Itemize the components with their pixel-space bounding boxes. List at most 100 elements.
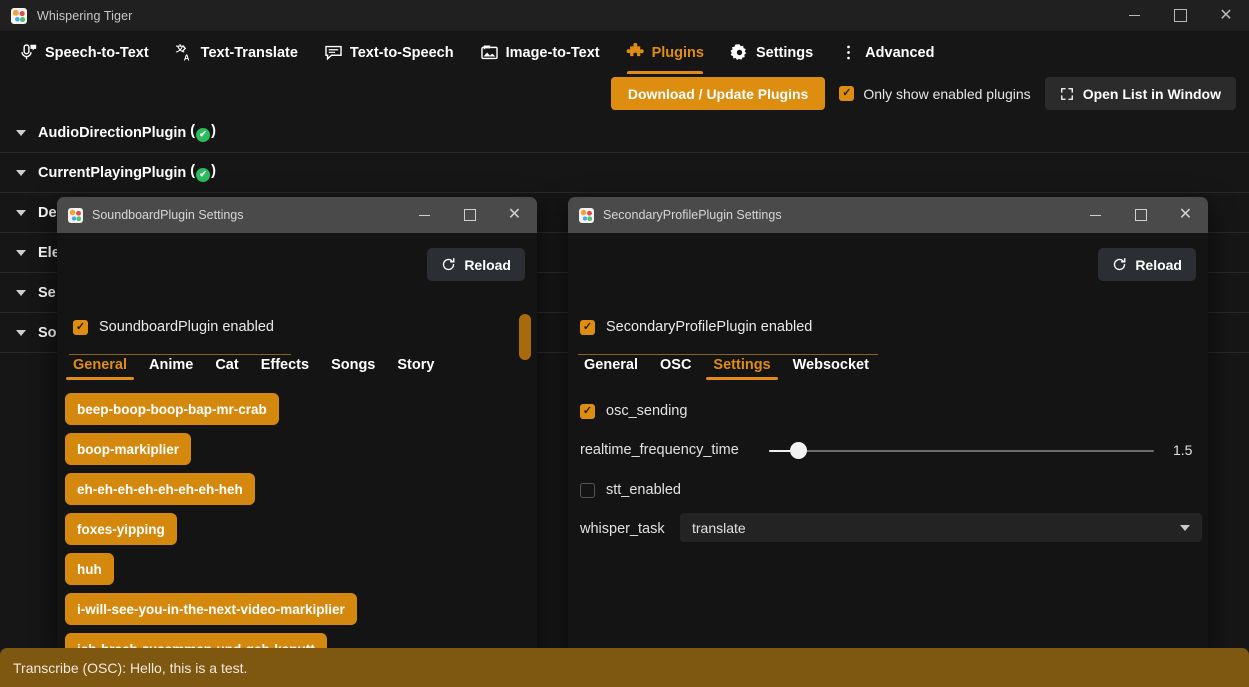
whisper-task-select[interactable]: translate <box>680 513 1202 542</box>
refresh-icon <box>441 257 456 272</box>
soundboard-scrollbar-thumb[interactable] <box>519 314 531 360</box>
chevron-down-icon[interactable] <box>1180 525 1190 531</box>
main-navigation: Speech-to-Text 文 A Text-Translate Text-t… <box>0 31 1249 74</box>
whisper-task-value: translate <box>692 520 746 536</box>
soundboard-minimize-button[interactable] <box>402 197 447 233</box>
nav-label: Settings <box>756 45 813 61</box>
chevron-down-icon[interactable] <box>16 170 26 176</box>
sound-button[interactable]: huh <box>65 553 114 585</box>
tab-settings[interactable]: Settings <box>702 357 781 380</box>
stt-enabled-row[interactable]: stt_enabled <box>580 482 681 498</box>
sound-button[interactable]: eh-eh-eh-eh-eh-eh-eh-heh <box>65 473 255 505</box>
open-list-in-window-button[interactable]: Open List in Window <box>1045 77 1236 110</box>
secondary-tabstrip: General OSC Settings Websocket <box>573 357 880 380</box>
secondary-tabs-separator <box>578 354 878 355</box>
soundboard-plugin-settings-dialog: SoundboardPlugin Settings ✕ Reload ✓ Sou… <box>57 197 537 651</box>
soundboard-close-button[interactable]: ✕ <box>492 197 537 233</box>
chevron-down-icon[interactable] <box>16 130 26 136</box>
chevron-down-icon[interactable] <box>16 250 26 256</box>
plugin-row-currentplayingplugin[interactable]: CurrentPlayingPlugin (✔) <box>0 153 1249 193</box>
window-close-button[interactable]: ✕ <box>1203 0 1249 31</box>
kebab-menu-icon <box>839 43 858 62</box>
sound-button[interactable]: foxes-yipping <box>65 513 177 545</box>
sound-button[interactable]: beep-boop-boop-bap-mr-crab <box>65 393 279 425</box>
app-logo-icon <box>11 8 27 24</box>
secondary-minimize-button[interactable] <box>1073 197 1118 233</box>
tab-websocket[interactable]: Websocket <box>782 357 880 380</box>
only-show-enabled-plugins-row[interactable]: ✓ Only show enabled plugins <box>839 86 1030 102</box>
soundboard-tabs-separator <box>69 354 291 355</box>
tab-general[interactable]: General <box>573 357 649 380</box>
translate-icon: 文 A <box>175 43 194 62</box>
speech-bubble-icon <box>324 43 343 62</box>
soundboard-enabled-checkbox[interactable]: ✓ <box>73 320 88 335</box>
nav-text-to-speech[interactable]: Text-to-Speech <box>311 31 467 74</box>
secondary-enabled-row[interactable]: ✓ SecondaryProfilePlugin enabled <box>580 319 812 335</box>
status-badge: ✔ <box>196 128 210 142</box>
tab-osc[interactable]: OSC <box>649 357 702 380</box>
plugin-row-audiodirectionplugin[interactable]: AudioDirectionPlugin (✔) <box>0 113 1249 153</box>
secondary-close-button[interactable]: ✕ <box>1163 197 1208 233</box>
secondary-reload-button[interactable]: Reload <box>1098 248 1196 281</box>
tab-general[interactable]: General <box>62 357 138 380</box>
window-titlebar: Whispering Tiger ✕ <box>0 0 1249 31</box>
window-minimize-button[interactable] <box>1111 0 1157 31</box>
tab-effects[interactable]: Effects <box>250 357 320 380</box>
window-title: Whispering Tiger <box>37 9 132 23</box>
realtime-frequency-slider-track[interactable] <box>769 450 1154 452</box>
nav-plugins[interactable]: Plugins <box>613 31 717 74</box>
nav-text-translate[interactable]: 文 A Text-Translate <box>162 31 311 74</box>
refresh-icon <box>1112 257 1127 272</box>
sound-button[interactable]: boop-markiplier <box>65 433 191 465</box>
chevron-down-icon[interactable] <box>16 290 26 296</box>
nav-settings[interactable]: Settings <box>717 31 826 74</box>
sound-button[interactable]: i-will-see-you-in-the-next-video-markipl… <box>65 593 357 625</box>
chevron-down-icon[interactable] <box>16 330 26 336</box>
tab-anime[interactable]: Anime <box>138 357 204 380</box>
nav-label: Text-to-Speech <box>350 45 454 61</box>
secondary-enabled-label: SecondaryProfilePlugin enabled <box>606 319 812 335</box>
osc-sending-row[interactable]: ✓ osc_sending <box>580 403 687 419</box>
soundboard-dialog-titlebar: SoundboardPlugin Settings ✕ <box>57 197 537 233</box>
chevron-down-icon[interactable] <box>16 210 26 216</box>
plugin-name: AudioDirectionPlugin <box>38 125 186 141</box>
plugins-toolbar: Download / Update Plugins ✓ Only show en… <box>611 77 1236 110</box>
realtime-frequency-value: 1.5 <box>1173 442 1192 458</box>
soundboard-reload-label: Reload <box>464 257 511 273</box>
status-bar: Transcribe (OSC): Hello, this is a test. <box>0 648 1249 687</box>
soundboard-enabled-label: SoundboardPlugin enabled <box>99 319 274 335</box>
tab-songs[interactable]: Songs <box>320 357 386 380</box>
secondary-enabled-checkbox[interactable]: ✓ <box>580 320 595 335</box>
soundboard-dialog-title: SoundboardPlugin Settings <box>92 208 244 222</box>
nav-label: Plugins <box>652 45 704 61</box>
nav-speech-to-text[interactable]: Speech-to-Text <box>6 31 162 74</box>
nav-label: Advanced <box>865 45 934 61</box>
realtime-frequency-slider-knob[interactable] <box>790 442 807 459</box>
only-show-enabled-label: Only show enabled plugins <box>863 86 1030 102</box>
secondary-profile-plugin-settings-dialog: SecondaryProfilePlugin Settings ✕ Reload… <box>568 197 1208 655</box>
nav-label: Text-Translate <box>201 45 298 61</box>
soundboard-maximize-button[interactable] <box>447 197 492 233</box>
soundboard-reload-button[interactable]: Reload <box>427 248 525 281</box>
secondary-dialog-body: Reload ✓ SecondaryProfilePlugin enabled … <box>568 233 1208 655</box>
soundboard-tabstrip: General Anime Cat Effects Songs Story <box>62 357 445 380</box>
window-maximize-button[interactable] <box>1157 0 1203 31</box>
stt-enabled-label: stt_enabled <box>606 482 681 498</box>
tab-cat[interactable]: Cat <box>204 357 249 380</box>
secondary-maximize-button[interactable] <box>1118 197 1163 233</box>
gear-icon <box>730 43 749 62</box>
nav-image-to-text[interactable]: Image-to-Text <box>467 31 613 74</box>
realtime-frequency-time-label: realtime_frequency_time <box>580 442 739 458</box>
nav-label: Speech-to-Text <box>45 45 149 61</box>
app-window: Whispering Tiger ✕ Speech-to-Text 文 A Te… <box>0 0 1249 687</box>
tab-story[interactable]: Story <box>386 357 445 380</box>
puzzle-icon <box>626 43 645 62</box>
soundboard-enabled-row[interactable]: ✓ SoundboardPlugin enabled <box>73 319 274 335</box>
osc-sending-checkbox[interactable]: ✓ <box>580 404 595 419</box>
image-text-icon <box>480 43 499 62</box>
download-update-plugins-button[interactable]: Download / Update Plugins <box>611 77 825 110</box>
stt-enabled-checkbox[interactable] <box>580 483 595 498</box>
nav-advanced[interactable]: Advanced <box>826 31 947 74</box>
plugin-name: De <box>38 205 57 221</box>
only-show-enabled-checkbox[interactable]: ✓ <box>839 86 854 101</box>
